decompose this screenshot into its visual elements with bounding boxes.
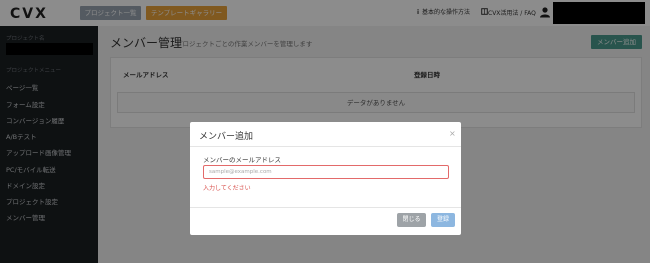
modal-footer-divider: [190, 207, 461, 208]
modal-title: メンバー追加: [199, 132, 254, 142]
add-member-modal: メンバー追加 × メンバーのメールアドレス 入力してください 閉じる 登録: [190, 122, 461, 235]
register-button[interactable]: 登録: [431, 213, 455, 227]
email-error-message: 入力してください: [203, 185, 251, 192]
close-button[interactable]: 閉じる: [397, 213, 426, 227]
member-email-input[interactable]: [203, 165, 449, 179]
close-icon[interactable]: ×: [449, 130, 456, 138]
modal-header-divider: [190, 146, 461, 147]
email-field-label: メンバーのメールアドレス: [203, 156, 281, 164]
